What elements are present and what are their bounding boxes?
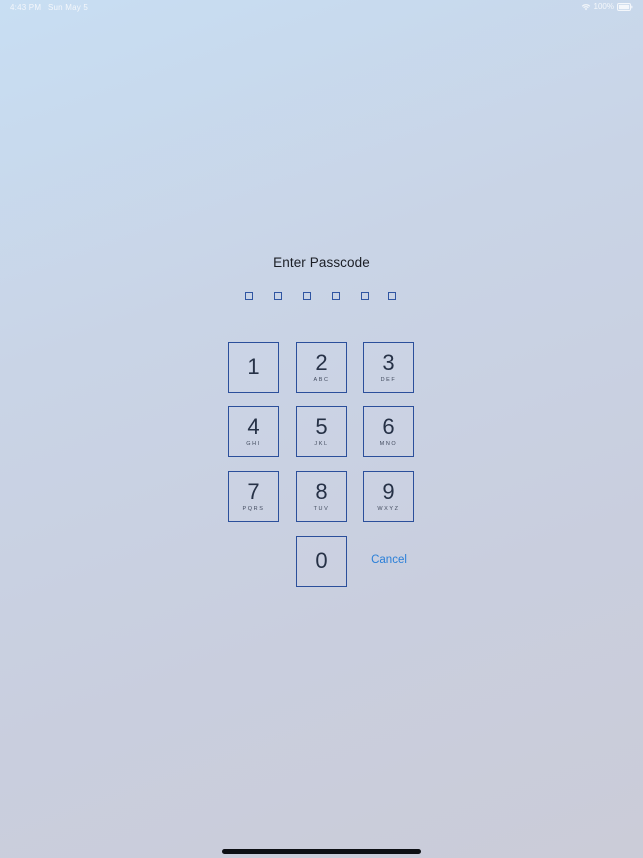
key-digit: 1	[247, 354, 260, 379]
key-3[interactable]: 3 DEF	[363, 342, 414, 393]
passcode-dot	[388, 292, 396, 300]
battery-icon	[617, 2, 633, 11]
status-date: Sun May 5	[48, 3, 89, 12]
key-letters: GHI	[246, 441, 261, 447]
key-digit: 7	[247, 479, 260, 504]
key-letters: ABC	[313, 377, 330, 383]
key-digit: 6	[382, 414, 395, 439]
status-bar: 4:43 PM Sun May 5 100%	[0, 0, 643, 16]
key-0[interactable]: 0	[296, 536, 347, 587]
key-digit: 4	[247, 414, 260, 439]
key-4[interactable]: 4 GHI	[228, 406, 279, 457]
key-2[interactable]: 2 ABC	[296, 342, 347, 393]
passcode-dot	[245, 292, 253, 300]
key-7[interactable]: 7 PQRS	[228, 471, 279, 522]
status-time: 4:43 PM	[10, 3, 42, 12]
key-1[interactable]: 1	[228, 342, 279, 393]
key-letters: JKL	[314, 441, 329, 447]
passcode-dots	[245, 292, 400, 304]
key-letters: MNO	[379, 441, 398, 447]
key-letters: DEF	[380, 377, 397, 383]
passcode-title: Enter Passcode	[273, 255, 370, 270]
key-digit: 9	[382, 479, 395, 504]
passcode-dot	[361, 292, 369, 300]
key-digit: 5	[315, 414, 328, 439]
cancel-button[interactable]: Cancel	[362, 554, 416, 566]
key-digit: 0	[315, 548, 328, 573]
passcode-dot	[274, 292, 282, 300]
key-6[interactable]: 6 MNO	[363, 406, 414, 457]
key-letters: PQRS	[242, 506, 265, 512]
home-indicator[interactable]	[222, 849, 421, 854]
key-9[interactable]: 9 WXYZ	[363, 471, 414, 522]
passcode-dot	[303, 292, 311, 300]
key-8[interactable]: 8 TUV	[296, 471, 347, 522]
key-5[interactable]: 5 JKL	[296, 406, 347, 457]
key-letters: TUV	[313, 506, 330, 512]
key-digit: 8	[315, 479, 328, 504]
wifi-icon	[581, 3, 591, 11]
status-indicators: 100%	[581, 2, 633, 11]
key-digit: 3	[382, 350, 395, 375]
key-letters: WXYZ	[377, 506, 400, 512]
battery-percentage: 100%	[593, 2, 614, 11]
passcode-dot	[332, 292, 340, 300]
key-digit: 2	[315, 350, 328, 375]
